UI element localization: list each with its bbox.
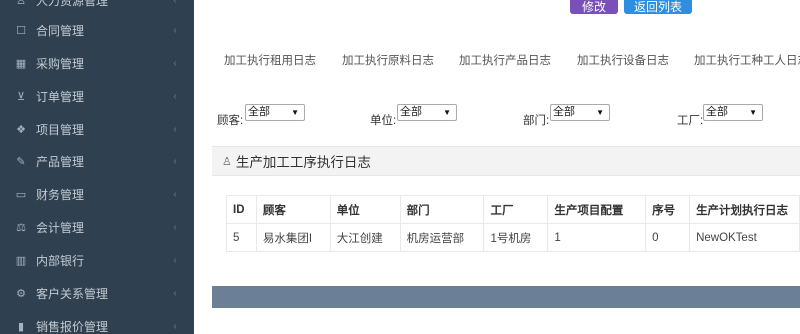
balance-icon: ⚖	[16, 221, 26, 234]
edit-icon: ✎	[16, 155, 26, 168]
sidebar-item-label: 采购管理	[36, 56, 85, 71]
tab-material-log[interactable]: 加工执行原料日志	[342, 52, 434, 68]
chevron-left-icon: ‹	[173, 155, 177, 167]
column-header[interactable]: 单位	[329, 195, 401, 224]
select-value: 全部	[553, 106, 575, 118]
column-header[interactable]: 顾客	[255, 195, 331, 224]
cogs-icon: ⚙	[16, 287, 26, 300]
table-cell: 5	[226, 223, 257, 252]
cart-icon: ⊻	[16, 90, 26, 103]
filter-label-factory: 工厂:	[677, 115, 704, 127]
select-value: 全部	[248, 106, 270, 118]
money-icon: ▭	[15, 188, 27, 201]
cubes-icon: ❖	[16, 123, 26, 136]
sidebar-item-label: 合同管理	[36, 23, 85, 38]
sidebar-item-projects[interactable]: ❖ 项目管理 ‹	[0, 113, 194, 145]
user-icon: ♙	[16, 0, 26, 7]
log-table: ID 顾客 单位 部门 工厂 生产项目配置 序号 生产计划执行日志 5 易水集团…	[226, 195, 800, 252]
sidebar-item-accounting[interactable]: ⚖ 会计管理 ‹	[0, 211, 194, 243]
department-select[interactable]: 全部 ▼	[550, 104, 610, 121]
sidebar-item-label: 项目管理	[36, 122, 85, 137]
chevron-left-icon: ‹	[173, 0, 177, 6]
sidebar-item-contracts[interactable]: ☐ 合同管理 ‹	[0, 14, 194, 46]
sidebar-item-purchasing[interactable]: ▦ 采购管理 ‹	[0, 47, 194, 79]
triangle-down-icon: ▼	[596, 108, 604, 117]
table-cell: 0	[645, 223, 691, 252]
table-cell: 易水集团I	[255, 223, 331, 252]
column-header[interactable]: 序号	[645, 195, 691, 224]
column-header[interactable]: 生产项目配置	[547, 195, 647, 224]
sidebar-item-orders[interactable]: ⊻ 订单管理 ‹	[0, 80, 194, 112]
document-icon: ☐	[16, 24, 26, 37]
chevron-left-icon: ‹	[173, 24, 177, 36]
chevron-left-icon: ‹	[173, 57, 177, 69]
customer-select[interactable]: 全部 ▼	[245, 104, 305, 121]
sidebar-item-label: 内部银行	[36, 253, 85, 268]
filter-label-customer: 顾客:	[217, 115, 244, 127]
select-value: 全部	[706, 106, 728, 118]
sidebar-item-sales-quote[interactable]: ▮ 销售报价管理 ‹	[0, 310, 194, 334]
unit-select[interactable]: 全部 ▼	[397, 104, 457, 121]
sidebar-item-label: 订单管理	[36, 89, 85, 104]
chevron-left-icon: ‹	[173, 254, 177, 266]
section-title: 生产加工工序执行日志	[235, 155, 371, 170]
sidebar: ♙ 人力资源管理 ‹ ☐ 合同管理 ‹ ▦ 采购管理 ‹ ⊻ 订单管理 ‹ ❖ …	[0, 0, 194, 334]
table-row[interactable]: 5 易水集团I 大江创建 机房运营部 1号机房 1 0 NewOKTest	[226, 223, 800, 252]
panel-footer-bar	[212, 286, 800, 308]
edit-button[interactable]: 修改	[570, 0, 618, 14]
sidebar-item-label: 产品管理	[36, 154, 85, 169]
column-header[interactable]: 工厂	[483, 195, 549, 224]
tab-product-log[interactable]: 加工执行产品日志	[459, 52, 551, 68]
select-value: 全部	[400, 106, 422, 118]
triangle-down-icon: ▼	[291, 108, 299, 117]
table-cell: 1号机房	[483, 223, 549, 252]
chevron-left-icon: ‹	[173, 221, 177, 233]
filter-label-unit: 单位:	[370, 115, 397, 127]
column-header[interactable]: 部门	[399, 195, 485, 224]
user-icon: ♙	[222, 155, 232, 168]
sidebar-item-finance[interactable]: ▭ 财务管理 ‹	[0, 178, 194, 210]
sidebar-item-label: 财务管理	[36, 187, 85, 202]
bank-icon: ▥	[15, 254, 27, 267]
factory-select[interactable]: 全部 ▼	[703, 104, 763, 121]
chart-icon: ▮	[17, 320, 25, 333]
table-cell: 机房运营部	[399, 223, 485, 252]
sidebar-item-label: 会计管理	[36, 220, 85, 235]
chevron-left-icon: ‹	[173, 287, 177, 299]
tab-worker-log[interactable]: 加工执行工种工人日志	[694, 52, 800, 68]
tab-rental-log[interactable]: 加工执行租用日志	[224, 52, 316, 68]
sidebar-item-label: 人力资源管理	[36, 0, 109, 8]
column-header[interactable]: 生产计划执行日志	[689, 195, 800, 224]
chevron-left-icon: ‹	[173, 188, 177, 200]
sidebar-item-label: 客户关系管理	[36, 286, 109, 301]
chevron-left-icon: ‹	[173, 90, 177, 102]
archive-icon: ▦	[15, 57, 27, 70]
table-cell: 大江创建	[329, 223, 401, 252]
sidebar-item-label: 销售报价管理	[36, 319, 109, 334]
sidebar-item-crm[interactable]: ⚙ 客户关系管理 ‹	[0, 277, 194, 309]
table-header-row: ID 顾客 单位 部门 工厂 生产项目配置 序号 生产计划执行日志	[226, 195, 800, 224]
sidebar-item-internal-bank[interactable]: ▥ 内部银行 ‹	[0, 244, 194, 276]
back-to-list-button[interactable]: 返回列表	[624, 0, 692, 14]
chevron-left-icon: ‹	[173, 123, 177, 135]
triangle-down-icon: ▼	[749, 108, 757, 117]
chevron-left-icon: ‹	[173, 320, 177, 332]
table-cell: NewOKTest	[689, 223, 800, 252]
tab-equipment-log[interactable]: 加工执行设备日志	[577, 52, 669, 68]
section-header: ♙ 生产加工工序执行日志	[212, 146, 800, 176]
table-cell: 1	[547, 223, 647, 252]
filter-label-department: 部门:	[523, 115, 550, 127]
triangle-down-icon: ▼	[443, 108, 451, 117]
sidebar-item-products[interactable]: ✎ 产品管理 ‹	[0, 145, 194, 177]
column-header[interactable]: ID	[226, 195, 257, 224]
